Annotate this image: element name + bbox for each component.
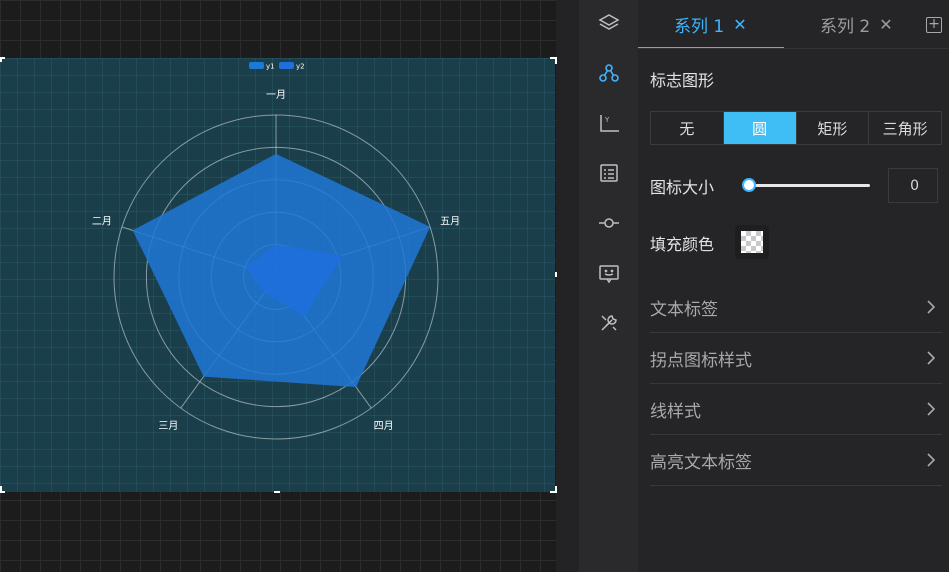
resize-handle-top-left-v[interactable] xyxy=(0,57,2,62)
radar-chart: 一月五月四月 三月 二月 y1 y2 xyxy=(92,62,460,440)
tab-series-2-label: 系列 2 xyxy=(820,16,871,37)
series-icon[interactable] xyxy=(579,51,638,95)
chevron-right-icon xyxy=(927,351,936,365)
marker-option-triangle[interactable]: 三角形 xyxy=(869,112,941,144)
marker-shape-selector: 无 圆 矩形 三角形 xyxy=(650,111,942,145)
radar-indicator-label: 三月 xyxy=(158,420,178,432)
resize-handle-right-mid[interactable] xyxy=(555,272,557,277)
legend-label-y2: y2 xyxy=(296,63,305,71)
close-icon[interactable]: ✕ xyxy=(733,15,746,34)
add-tab-button[interactable]: + xyxy=(926,17,942,33)
layers-icon[interactable] xyxy=(579,1,638,45)
icon-size-slider-thumb[interactable] xyxy=(742,178,756,192)
chevron-right-icon xyxy=(927,300,936,314)
marker-shape-label: 标志图形 xyxy=(650,71,715,90)
radar-indicator-label: 二月 xyxy=(92,215,112,227)
radar-indicator-label: 一月 xyxy=(266,89,286,101)
list-icon[interactable] xyxy=(579,151,638,195)
tools-icon[interactable] xyxy=(579,301,638,345)
resize-handle-bottom-left-v[interactable] xyxy=(0,486,2,493)
fill-color-label: 填充颜色 xyxy=(650,235,715,254)
transparent-swatch-icon xyxy=(741,231,763,253)
legend-swatch-y2 xyxy=(279,62,294,69)
radar-indicator-label: 四月 xyxy=(374,420,394,432)
tab-series-1-label: 系列 1 xyxy=(674,16,725,37)
chart-frame[interactable]: 一月五月四月 三月 二月 y1 y2 xyxy=(0,58,555,492)
svg-text:Y: Y xyxy=(604,116,610,124)
marker-option-none[interactable]: 无 xyxy=(651,112,724,144)
section-line-style[interactable]: 线样式 xyxy=(650,384,942,435)
axis-icon[interactable]: Y xyxy=(579,101,638,145)
resize-handle-top-right-v[interactable] xyxy=(555,57,557,64)
icon-size-slider[interactable] xyxy=(749,184,870,187)
section-title: 高亮文本标签 xyxy=(650,452,752,473)
section-title: 线样式 xyxy=(650,401,701,422)
resize-handle-bottom-right-v[interactable] xyxy=(555,486,557,493)
message-icon[interactable] xyxy=(579,251,638,295)
canvas-area: 一月五月四月 三月 二月 y1 y2 xyxy=(0,0,579,572)
icon-size-input[interactable]: 0 xyxy=(888,168,938,203)
marker-option-circle[interactable]: 圆 xyxy=(723,112,797,144)
icon-size-value: 0 xyxy=(910,177,919,194)
section-title: 拐点图标样式 xyxy=(650,350,752,371)
icon-size-label: 图标大小 xyxy=(650,178,715,197)
chevron-right-icon xyxy=(927,402,936,416)
legend-swatch-y1 xyxy=(249,62,264,69)
fill-color-picker[interactable] xyxy=(735,225,769,259)
section-highlight-label[interactable]: 高亮文本标签 xyxy=(650,435,942,486)
chevron-right-icon xyxy=(927,453,936,467)
settings-rail: Y xyxy=(579,0,638,572)
section-point-style[interactable]: 拐点图标样式 xyxy=(650,333,942,384)
radar-indicator-label: 五月 xyxy=(440,215,460,227)
dot-line-icon[interactable] xyxy=(579,201,638,245)
close-icon[interactable]: ✕ xyxy=(879,15,892,34)
tab-divider xyxy=(638,48,949,49)
tab-series-2[interactable]: 系列 2 ✕ xyxy=(820,0,893,48)
legend-label-y1: y1 xyxy=(266,63,275,71)
canvas-scroll-edge xyxy=(556,0,579,572)
marker-option-rect[interactable]: 矩形 xyxy=(797,112,870,144)
series-settings-panel: 系列 1 ✕ 系列 2 ✕ + 标志图形 无 圆 矩形 三角形 图标大小 0 填… xyxy=(638,0,949,572)
resize-handle-bottom-mid[interactable] xyxy=(274,491,280,493)
tab-series-1[interactable]: 系列 1 ✕ xyxy=(674,0,747,48)
section-text-label[interactable]: 文本标签 xyxy=(650,282,942,333)
section-title: 文本标签 xyxy=(650,299,718,320)
